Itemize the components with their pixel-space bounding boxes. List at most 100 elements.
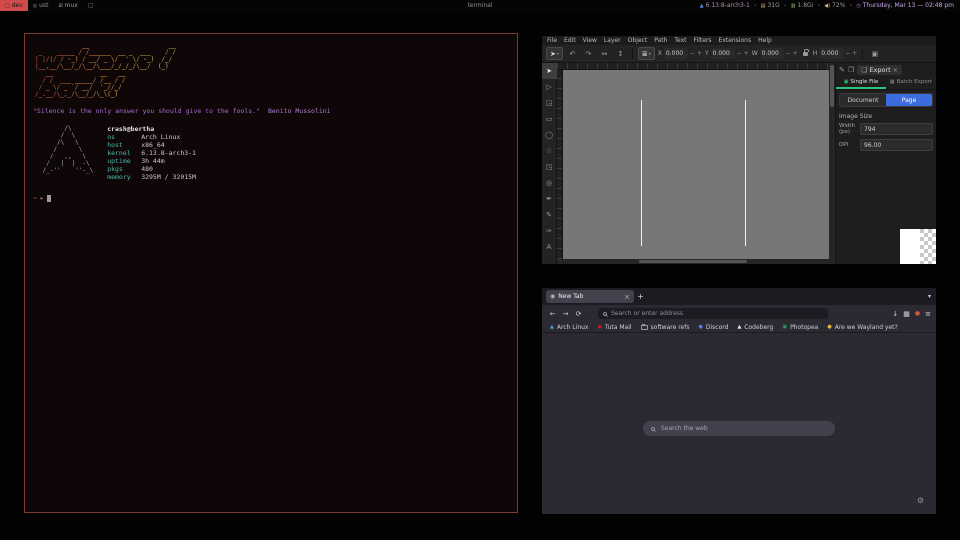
bookmark-codeberg[interactable]: ▲ Codeberg xyxy=(737,324,773,331)
w-minus-button[interactable]: − xyxy=(786,50,791,57)
url-input[interactable] xyxy=(611,310,823,317)
tool-rectangle[interactable]: ▭ xyxy=(542,111,557,127)
dpi-input[interactable]: 96.00 xyxy=(860,139,933,151)
menu-view[interactable]: View xyxy=(583,37,597,44)
menu-edit[interactable]: Edit xyxy=(564,37,576,44)
flip-vertical-button[interactable]: ↕ xyxy=(614,47,627,60)
x-plus-button[interactable]: + xyxy=(697,50,702,57)
document-button[interactable]: Document xyxy=(840,94,886,106)
tool-star[interactable]: ☆ xyxy=(542,143,557,159)
tool-selector[interactable]: ➤ xyxy=(542,63,557,79)
tool-calligraphy[interactable]: ✑ xyxy=(542,223,557,239)
focused-window-title: terminal xyxy=(0,2,960,9)
bookmark-discord[interactable]: ● Discord xyxy=(699,324,729,331)
raise-icon: ≣ xyxy=(642,50,648,58)
menu-extensions[interactable]: Extensions xyxy=(719,37,752,44)
bookmark-label: Codeberg xyxy=(744,324,773,331)
tool-pen[interactable]: ✒ xyxy=(542,191,557,207)
tool-3d-box[interactable]: ◳ xyxy=(542,159,557,175)
bookmark-are-we-wayland-yet[interactable]: ● Are we Wayland yet? xyxy=(827,324,897,331)
layers-dialog-icon[interactable]: ❐ xyxy=(848,66,854,74)
fetch-value: Arch Linux xyxy=(141,133,180,141)
inkscape-menubar: File Edit View Layer Object Path Text Fi… xyxy=(542,36,936,45)
status-bar: ▢ dev ◎ ust ⊞ mux ▢ terminal ▲ 6.13.8-ar… xyxy=(0,0,960,11)
web-search-bar[interactable]: Search the web xyxy=(643,421,835,436)
x-value-field[interactable]: 0.000 xyxy=(664,48,688,59)
select-mode-button[interactable]: ➤ ▾ xyxy=(546,47,563,60)
h-plus-button[interactable]: + xyxy=(852,50,857,57)
export-dialog-tab[interactable]: ❏ Export × xyxy=(857,65,902,75)
raise-lower-button[interactable]: ≣ ▾ xyxy=(638,47,655,60)
rotate-ccw-button[interactable]: ↶ xyxy=(566,47,579,60)
prompt-symbol: ▸ xyxy=(40,194,44,202)
forward-button[interactable]: → xyxy=(560,308,571,319)
menu-icon[interactable]: ≡ xyxy=(925,310,931,318)
h-value-field[interactable]: 0.000 xyxy=(819,48,843,59)
url-bar[interactable] xyxy=(598,308,828,319)
menu-path[interactable]: Path xyxy=(654,37,667,44)
single-file-tab[interactable]: ▣ Single File xyxy=(836,77,886,89)
lock-ratio-icon[interactable] xyxy=(803,52,808,56)
close-icon[interactable]: × xyxy=(893,67,898,74)
scrollbar-thumb[interactable] xyxy=(830,65,834,107)
shell-prompt[interactable]: ~ ▸ xyxy=(33,194,509,202)
rotate-cw-button[interactable]: ↷ xyxy=(582,47,595,60)
w-plus-button[interactable]: + xyxy=(793,50,798,57)
tool-ellipse[interactable]: ◯ xyxy=(542,127,557,143)
fill-stroke-dialog-icon[interactable]: ✎ xyxy=(839,66,845,74)
menu-help[interactable]: Help xyxy=(758,37,772,44)
x-minus-button[interactable]: − xyxy=(690,50,695,57)
personalize-gear-icon[interactable]: ⚙ xyxy=(917,496,924,505)
menu-layer[interactable]: Layer xyxy=(604,37,621,44)
snap-controls-icon[interactable]: ▣ xyxy=(868,47,881,60)
menu-filters[interactable]: Filters xyxy=(694,37,712,44)
scrollbar-thumb[interactable] xyxy=(639,260,748,263)
fetch-value: 480 xyxy=(141,165,153,173)
y-value-field[interactable]: 0.000 xyxy=(711,48,735,59)
menu-object[interactable]: Object xyxy=(628,37,648,44)
tool-text[interactable]: A xyxy=(542,239,557,255)
extensions-icon[interactable]: ▦ xyxy=(903,310,910,318)
tool-node-editor[interactable]: ▷ xyxy=(542,79,557,95)
page-button[interactable]: Page xyxy=(886,94,932,106)
tab-new-tab[interactable]: ◉ New Tab × xyxy=(546,290,634,303)
horizontal-scrollbar[interactable] xyxy=(557,259,829,264)
w-value-field[interactable]: 0.000 xyxy=(760,48,784,59)
menu-file[interactable]: File xyxy=(547,37,557,44)
chevron-down-icon: ▾ xyxy=(557,51,559,56)
tool-spiral[interactable]: ◎ xyxy=(542,175,557,191)
bookmark-photopea[interactable]: ▣ Photopea xyxy=(782,324,818,331)
reload-button[interactable]: ⟳ xyxy=(573,308,584,319)
quote-line: "Silence is the only answer you should g… xyxy=(33,107,509,115)
tool-shape-builder[interactable]: ◲ xyxy=(542,95,557,111)
system-fetch: /\ / \ /\ \ / \ / ,, \ / | | -\ /_-'' ''… xyxy=(39,125,509,181)
ublock-icon[interactable]: ● xyxy=(915,310,920,317)
terminal-window[interactable]: __ __ _ _____ / /______ __ _ ___ / / | |… xyxy=(24,33,518,513)
fetch-row: kernel6.13.8-arch3-1 xyxy=(107,149,196,157)
h-minus-button[interactable]: − xyxy=(845,50,850,57)
drawing-canvas[interactable] xyxy=(563,70,829,259)
y-minus-button[interactable]: − xyxy=(737,50,742,57)
y-plus-button[interactable]: + xyxy=(744,50,749,57)
new-tab-button[interactable]: + xyxy=(634,290,647,303)
wayland-icon: ● xyxy=(827,324,831,330)
horizontal-ruler xyxy=(557,63,829,70)
list-all-tabs-icon[interactable]: ▾ xyxy=(928,293,931,300)
tool-pencil[interactable]: ✎ xyxy=(542,207,557,223)
back-button[interactable]: ← xyxy=(547,308,558,319)
folder-icon xyxy=(641,325,648,330)
fetch-row: hostx86_64 xyxy=(107,141,196,149)
bookmark-folder-software-refs[interactable]: software refs xyxy=(641,324,690,331)
close-tab-icon[interactable]: × xyxy=(624,293,630,301)
bookmark-label: software refs xyxy=(651,324,690,331)
bookmark-label: Discord xyxy=(706,324,729,331)
batch-export-tab[interactable]: ▦ Batch Export xyxy=(886,77,936,89)
bookmark-tuta-mail[interactable]: ● Tuta Mail xyxy=(597,324,631,331)
width-input[interactable]: 794 xyxy=(860,123,933,135)
downloads-icon[interactable]: ↓ xyxy=(892,310,898,318)
menu-text[interactable]: Text xyxy=(674,37,686,44)
flip-horizontal-button[interactable]: ↔ xyxy=(598,47,611,60)
export-icon: ❏ xyxy=(861,66,867,74)
fetch-value: x86_64 xyxy=(141,141,164,149)
bookmark-arch-linux[interactable]: ▲ Arch Linux xyxy=(550,324,588,331)
